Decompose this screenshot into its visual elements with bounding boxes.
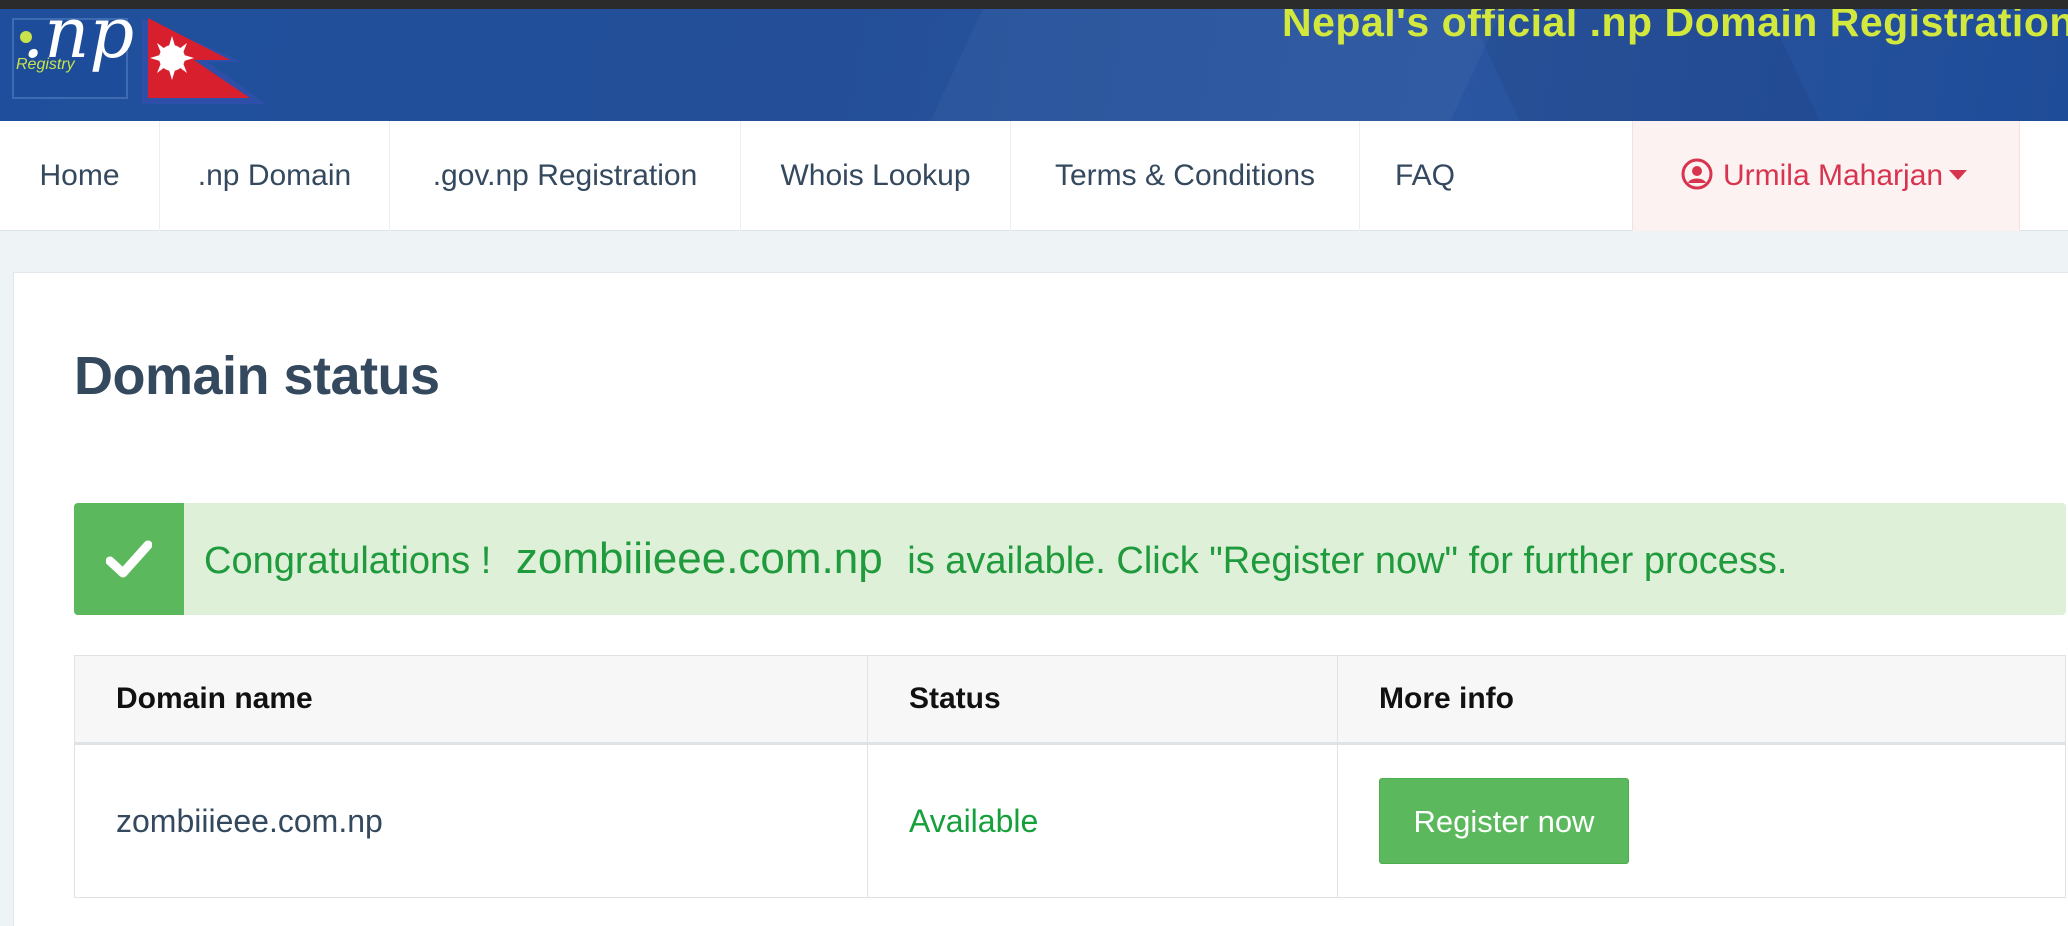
- alert-domain: zombiiieee.com.np: [515, 534, 883, 583]
- nepal-flag-icon: [142, 18, 266, 104]
- domain-status-card: Domain status Congratulations ! zombiiie…: [13, 272, 2068, 926]
- nav-item-whois-lookup[interactable]: Whois Lookup: [741, 121, 1011, 231]
- cell-status: Available: [867, 743, 1338, 898]
- table-header-row: Domain name Status More info: [74, 655, 2066, 745]
- logo-registry-text: Registry: [16, 56, 75, 73]
- nav-item-home[interactable]: Home: [0, 121, 160, 231]
- nav-item-gov-np-registration[interactable]: .gov.np Registration: [390, 121, 741, 231]
- check-icon: [106, 540, 152, 578]
- column-header-status: Status: [867, 655, 1338, 745]
- alert-prefix: Congratulations !: [204, 540, 492, 582]
- chevron-down-icon: [1949, 170, 1968, 180]
- alert-suffix: is available. Click "Register now" for f…: [907, 540, 1788, 582]
- user-circle-icon: [1681, 158, 1713, 190]
- nav-item-terms-conditions[interactable]: Terms & Conditions: [1011, 121, 1360, 231]
- window-top-edge: [0, 0, 2068, 9]
- main-navbar: Home .np Domain .gov.np Registration Who…: [0, 121, 2068, 231]
- np-registry-logo[interactable]: .np Registry: [12, 9, 134, 99]
- register-now-button[interactable]: Register now: [1379, 778, 1629, 864]
- column-header-domain-name: Domain name: [74, 655, 868, 745]
- cell-domain-name: zombiiieee.com.np: [74, 743, 868, 898]
- table-row: zombiiieee.com.np Available Register now: [74, 743, 2066, 898]
- success-alert: Congratulations ! zombiiieee.com.np is a…: [74, 503, 2066, 615]
- page-title: Domain status: [74, 346, 440, 406]
- site-banner: .np Registry Nepal's official .np Domain…: [0, 9, 2068, 121]
- nav-item-faq[interactable]: FAQ: [1360, 121, 1490, 231]
- alert-message: Congratulations ! zombiiieee.com.np is a…: [204, 503, 1787, 615]
- cell-more-info: Register now: [1337, 743, 2066, 898]
- column-header-more-info: More info: [1337, 655, 2066, 745]
- alert-icon-box: [74, 503, 184, 615]
- banner-title: Nepal's official .np Domain Registration: [1282, 9, 2068, 45]
- user-menu-dropdown[interactable]: Urmila Maharjan: [1632, 121, 2020, 231]
- user-name: Urmila Maharjan: [1723, 159, 1944, 192]
- nav-item-np-domain[interactable]: .np Domain: [160, 121, 390, 231]
- domain-status-table: Domain name Status More info zombiiieee.…: [74, 655, 2066, 898]
